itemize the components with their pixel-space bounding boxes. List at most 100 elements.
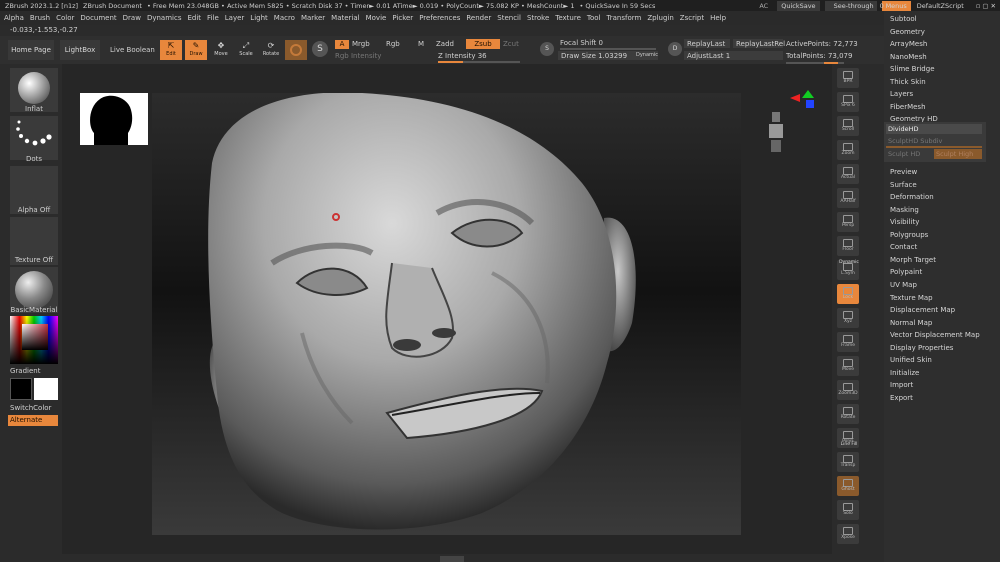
dynamic-toggle[interactable]: Dynamic — [636, 52, 658, 58]
color-square[interactable] — [22, 324, 48, 350]
palette-item-geometry[interactable]: Geometry — [890, 28, 925, 36]
replay-last-button[interactable]: ReplayLast — [684, 39, 730, 48]
palette-item-layers[interactable]: Layers — [890, 90, 913, 98]
a-toggle[interactable]: A — [335, 40, 349, 49]
menus-toggle[interactable]: Menus — [881, 0, 911, 11]
seethrough-slider[interactable]: See-through 0 — [824, 0, 884, 11]
palette-item-morph-target[interactable]: Morph Target — [890, 256, 936, 264]
zadd-button[interactable]: Zadd — [436, 40, 454, 48]
window-controls[interactable]: ▫ ▢ ✕ — [972, 1, 1000, 11]
sculpthd-subdiv-slider[interactable]: SculptHD Subdiv — [886, 136, 982, 146]
alternate-toggle[interactable]: Alternate — [8, 415, 58, 426]
palette-item-uv-map[interactable]: UV Map — [890, 281, 917, 289]
menu-item-stencil[interactable]: Stencil — [497, 14, 521, 22]
shelf-button-floor[interactable]: Floor — [837, 236, 859, 256]
spotlight-button[interactable]: S — [312, 41, 328, 57]
palette-item-masking[interactable]: Masking — [890, 206, 919, 214]
shelf-button-solo[interactable]: Solo — [837, 500, 859, 520]
palette-item-visibility[interactable]: Visibility — [890, 218, 919, 226]
mannequin-gizmo[interactable] — [766, 110, 786, 154]
menu-item-help[interactable]: Help — [710, 14, 726, 22]
zcut-button[interactable]: Zcut — [503, 40, 519, 48]
move-button[interactable]: ✥ Move — [210, 40, 232, 60]
zsub-button[interactable]: Zsub — [466, 39, 500, 49]
palette-item-unified-skin[interactable]: Unified Skin — [890, 356, 932, 364]
material-sphere-button[interactable] — [285, 40, 307, 60]
shelf-button-spix-6[interactable]: SPix 6 — [837, 92, 859, 112]
divide-hd-button[interactable]: DivideHD — [886, 124, 982, 134]
shelf-button-frame[interactable]: Frame — [837, 332, 859, 352]
palette-item-nanomesh[interactable]: NanoMesh — [890, 53, 927, 61]
sculpt-high-button[interactable]: Sculpt High — [934, 149, 982, 159]
shelf-button-rotate[interactable]: Rotate — [837, 404, 859, 424]
palette-item-displacement-map[interactable]: Displacement Map — [890, 306, 955, 314]
menu-item-layer[interactable]: Layer — [225, 14, 245, 22]
palette-item-polygroups[interactable]: Polygroups — [890, 231, 928, 239]
palette-item-import[interactable]: Import — [890, 381, 913, 389]
live-boolean-button[interactable]: Live Boolean — [110, 46, 155, 54]
menu-item-macro[interactable]: Macro — [274, 14, 295, 22]
rotate-button[interactable]: ⟳ Rotate — [260, 40, 282, 60]
mrgb-button[interactable]: Mrgb — [352, 40, 370, 48]
menu-item-marker[interactable]: Marker — [301, 14, 325, 22]
orientation-gizmo[interactable] — [788, 88, 816, 112]
switch-color-button[interactable]: SwitchColor — [10, 404, 51, 412]
sculptris-button[interactable]: S — [540, 42, 554, 56]
color-picker[interactable] — [10, 316, 58, 364]
m-button[interactable]: M — [418, 40, 424, 48]
default-zscript-button[interactable]: DefaultZScript — [913, 1, 968, 11]
shelf-button-move[interactable]: Move — [837, 356, 859, 376]
palette-item-deformation[interactable]: Deformation — [890, 193, 934, 201]
palette-item-export[interactable]: Export — [890, 394, 913, 402]
draw-button[interactable]: ✎ Draw — [185, 40, 207, 60]
palette-item-subtool[interactable]: Subtool — [890, 15, 917, 23]
menu-item-draw[interactable]: Draw — [123, 14, 141, 22]
dynamesh-button[interactable]: D — [668, 42, 682, 56]
stroke-selector[interactable] — [10, 116, 58, 160]
z-intensity-slider[interactable]: Z Intensity 36 — [438, 52, 487, 60]
shelf-button-xyz[interactable]: Xyz — [837, 308, 859, 328]
rgb-intensity-slider[interactable]: Rgb Intensity — [335, 52, 381, 60]
menu-item-movie[interactable]: Movie — [366, 14, 387, 22]
shelf-button-aahalf[interactable]: AAHalf — [837, 188, 859, 208]
palette-item-texture-map[interactable]: Texture Map — [890, 294, 933, 302]
adjust-last-slider[interactable]: AdjustLast 1 — [684, 51, 783, 60]
draw-size-field[interactable]: Draw Size 1.03299 Dynamic — [558, 51, 658, 60]
palette-item-fibermesh[interactable]: FiberMesh — [890, 103, 926, 111]
gradient-toggle[interactable]: Gradient — [10, 367, 40, 375]
shelf-button-ghost[interactable]: Ghost — [837, 476, 859, 496]
palette-item-surface[interactable]: Surface — [890, 181, 917, 189]
edit-button[interactable]: ⇱ Edit — [160, 40, 182, 60]
menu-item-preferences[interactable]: Preferences — [419, 14, 460, 22]
menu-item-color[interactable]: Color — [56, 14, 74, 22]
bottom-tray-handle[interactable] — [440, 556, 464, 562]
shelf-button-scroll[interactable]: Scroll — [837, 116, 859, 136]
menu-item-stroke[interactable]: Stroke — [527, 14, 549, 22]
shelf-button-zoom3d[interactable]: Zoom3D — [837, 380, 859, 400]
replay-last-rel-button[interactable]: ReplayLastRel — [733, 39, 785, 48]
shelf-button-persp[interactable]: Persp — [837, 212, 859, 232]
menu-item-light[interactable]: Light — [250, 14, 267, 22]
menu-item-zscript[interactable]: Zscript — [680, 14, 704, 22]
shelf-button-lock[interactable]: Lock — [837, 284, 859, 304]
menu-item-tool[interactable]: Tool — [587, 14, 601, 22]
menu-item-transform[interactable]: Transform — [607, 14, 642, 22]
menu-item-dynamics[interactable]: Dynamics — [147, 14, 182, 22]
menu-item-picker[interactable]: Picker — [392, 14, 413, 22]
palette-item-slime-bridge[interactable]: Slime Bridge — [890, 65, 935, 73]
menu-item-edit[interactable]: Edit — [187, 14, 201, 22]
menu-item-file[interactable]: File — [207, 14, 219, 22]
palette-item-normal-map[interactable]: Normal Map — [890, 319, 932, 327]
scale-button[interactable]: ⤢ Scale — [235, 40, 257, 60]
navigation-thumbnail[interactable] — [80, 93, 148, 145]
menu-item-texture[interactable]: Texture — [555, 14, 581, 22]
shelf-button-transp[interactable]: Transp — [837, 452, 859, 472]
sculpt-viewport[interactable] — [152, 93, 741, 535]
menu-item-alpha[interactable]: Alpha — [4, 14, 24, 22]
palette-item-preview[interactable]: Preview — [890, 168, 917, 176]
palette-item-polypaint[interactable]: Polypaint — [890, 268, 922, 276]
shelf-button-xpose[interactable]: Xpose — [837, 524, 859, 544]
palette-item-initialize[interactable]: Initialize — [890, 369, 919, 377]
palette-item-display-properties[interactable]: Display Properties — [890, 344, 953, 352]
shelf-button-zoom[interactable]: Zoom — [837, 140, 859, 160]
